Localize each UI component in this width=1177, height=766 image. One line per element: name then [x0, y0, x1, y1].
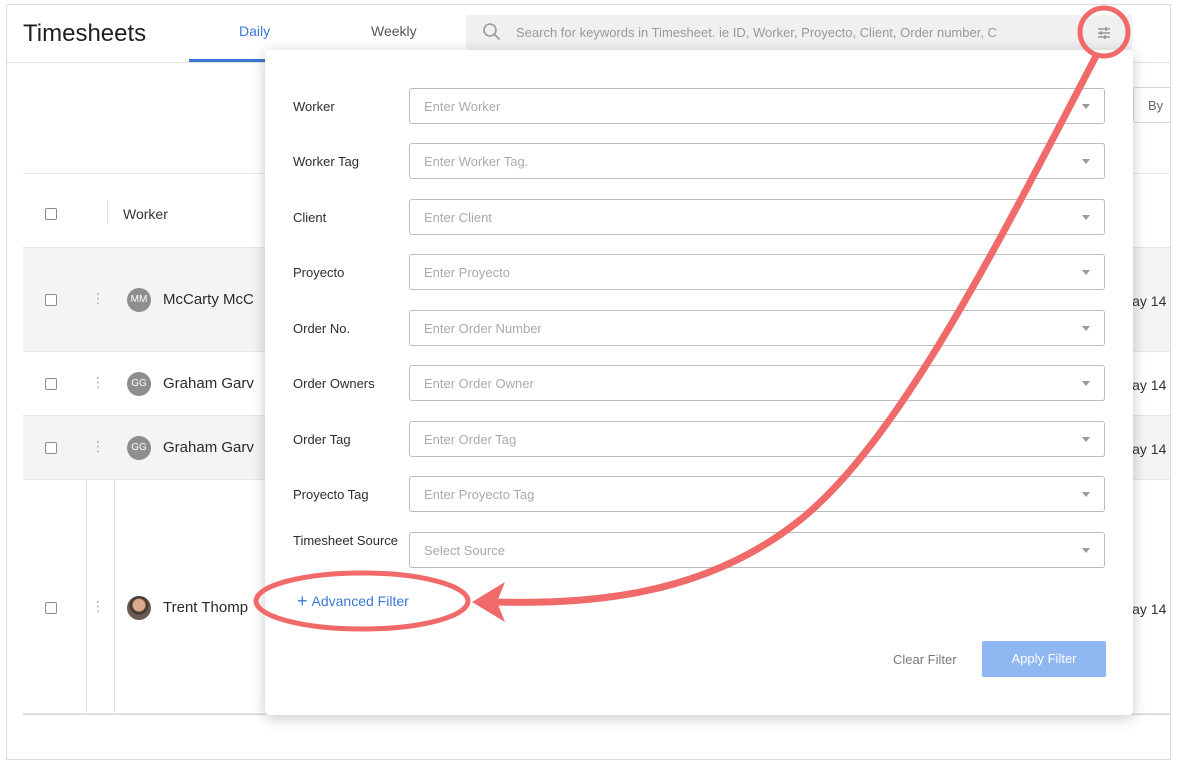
row-date: lay 14 [1129, 377, 1167, 393]
search-input[interactable]: Search for keywords in Timesheet. ie ID,… [516, 25, 1076, 40]
clear-filter-button[interactable]: Clear Filter [893, 652, 957, 667]
filter-label: Proyecto Tag [293, 487, 369, 502]
row-checkbox[interactable] [45, 442, 57, 454]
filter-label: Timesheet Source [293, 533, 399, 548]
sliders-icon [1098, 27, 1110, 39]
select-all-checkbox[interactable] [45, 208, 57, 220]
group-by-button[interactable]: By [1133, 87, 1170, 123]
filter-toggle-button[interactable] [1090, 19, 1118, 47]
filter-label: Worker Tag [293, 154, 359, 169]
filter-label: Worker [293, 99, 335, 114]
row-menu-icon[interactable]: ⋮ [91, 291, 105, 305]
proyecto-tag-select[interactable]: Enter Proyecto Tag [409, 476, 1105, 512]
timesheet-source-select[interactable]: Select Source [409, 532, 1105, 568]
plus-icon: + [297, 591, 308, 611]
filter-label: Proyecto [293, 265, 345, 280]
select-placeholder: Select Source [424, 543, 505, 558]
filter-label: Order Owners [293, 376, 375, 391]
select-placeholder: Enter Worker [424, 99, 501, 114]
worker-name[interactable]: Graham Garv [163, 439, 254, 456]
search-icon [483, 23, 501, 41]
select-placeholder: Enter Proyecto [424, 265, 510, 280]
header-divider [107, 200, 108, 224]
avatar: GG [127, 436, 151, 460]
chevron-down-icon [1082, 492, 1090, 497]
chevron-down-icon [1082, 270, 1090, 275]
filter-row-proyecto-tag: Proyecto Tag Enter Proyecto Tag [293, 476, 1105, 512]
row-menu-icon[interactable]: ⋮ [91, 599, 105, 613]
order-number-select[interactable]: Enter Order Number [409, 310, 1105, 346]
row-date: lay 14 [1129, 441, 1167, 457]
row-checkbox[interactable] [45, 378, 57, 390]
worker-select[interactable]: Enter Worker [409, 88, 1105, 124]
select-placeholder: Enter Worker Tag. [424, 154, 529, 169]
worker-name[interactable]: Trent Thomp [163, 599, 248, 616]
select-placeholder: Enter Order Owner [424, 376, 534, 391]
proyecto-select[interactable]: Enter Proyecto [409, 254, 1105, 290]
filter-row-proyecto: Proyecto Enter Proyecto [293, 254, 1105, 290]
chevron-down-icon [1082, 381, 1090, 386]
filter-label: Order No. [293, 321, 351, 336]
filter-row-order-no: Order No. Enter Order Number [293, 310, 1105, 346]
tab-daily[interactable]: Daily [239, 23, 270, 39]
advanced-filter-link[interactable]: + Advanced Filter [297, 590, 409, 611]
tab-weekly[interactable]: Weekly [371, 23, 417, 39]
search-bar[interactable]: Search for keywords in Timesheet. ie ID,… [466, 15, 1132, 50]
worker-name[interactable]: Graham Garv [163, 375, 254, 392]
filter-row-worker: Worker Enter Worker [293, 88, 1105, 124]
order-tag-select[interactable]: Enter Order Tag [409, 421, 1105, 457]
row-checkbox[interactable] [45, 294, 57, 306]
row-menu-icon[interactable]: ⋮ [91, 439, 105, 453]
worker-tag-select[interactable]: Enter Worker Tag. [409, 143, 1105, 179]
row-date: lay 14 [1129, 293, 1167, 309]
row-divider [114, 479, 115, 713]
filter-row-order-owners: Order Owners Enter Order Owner [293, 365, 1105, 401]
row-divider [86, 479, 87, 713]
worker-name[interactable]: McCarty McC [163, 291, 254, 308]
avatar-photo [127, 596, 151, 620]
chevron-down-icon [1082, 104, 1090, 109]
filter-row-order-tag: Order Tag Enter Order Tag [293, 421, 1105, 457]
chevron-down-icon [1082, 326, 1090, 331]
client-select[interactable]: Enter Client [409, 199, 1105, 235]
advanced-filter-label: Advanced Filter [311, 593, 409, 609]
chevron-down-icon [1082, 215, 1090, 220]
row-date: lay 14 [1129, 601, 1167, 617]
filter-row-client: Client Enter Client [293, 199, 1105, 235]
chevron-down-icon [1082, 159, 1090, 164]
select-placeholder: Enter Proyecto Tag [424, 487, 535, 502]
filter-row-worker-tag: Worker Tag Enter Worker Tag. [293, 143, 1105, 179]
page-title: Timesheets [23, 20, 147, 47]
filter-label: Order Tag [293, 432, 351, 447]
filter-row-timesheet-source: Timesheet Source Select Source [293, 532, 1105, 568]
chevron-down-icon [1082, 548, 1090, 553]
column-header-worker[interactable]: Worker [123, 206, 168, 222]
avatar: MM [127, 288, 151, 312]
select-placeholder: Enter Client [424, 210, 492, 225]
chevron-down-icon [1082, 437, 1090, 442]
select-placeholder: Enter Order Tag [424, 432, 517, 447]
filter-panel: Worker Enter Worker Worker Tag Enter Wor… [265, 50, 1133, 715]
select-placeholder: Enter Order Number [424, 321, 542, 336]
row-checkbox[interactable] [45, 602, 57, 614]
order-owner-select[interactable]: Enter Order Owner [409, 365, 1105, 401]
row-menu-icon[interactable]: ⋮ [91, 375, 105, 389]
filter-label: Client [293, 210, 327, 225]
apply-filter-button[interactable]: Apply Filter [982, 641, 1106, 677]
avatar: GG [127, 372, 151, 396]
